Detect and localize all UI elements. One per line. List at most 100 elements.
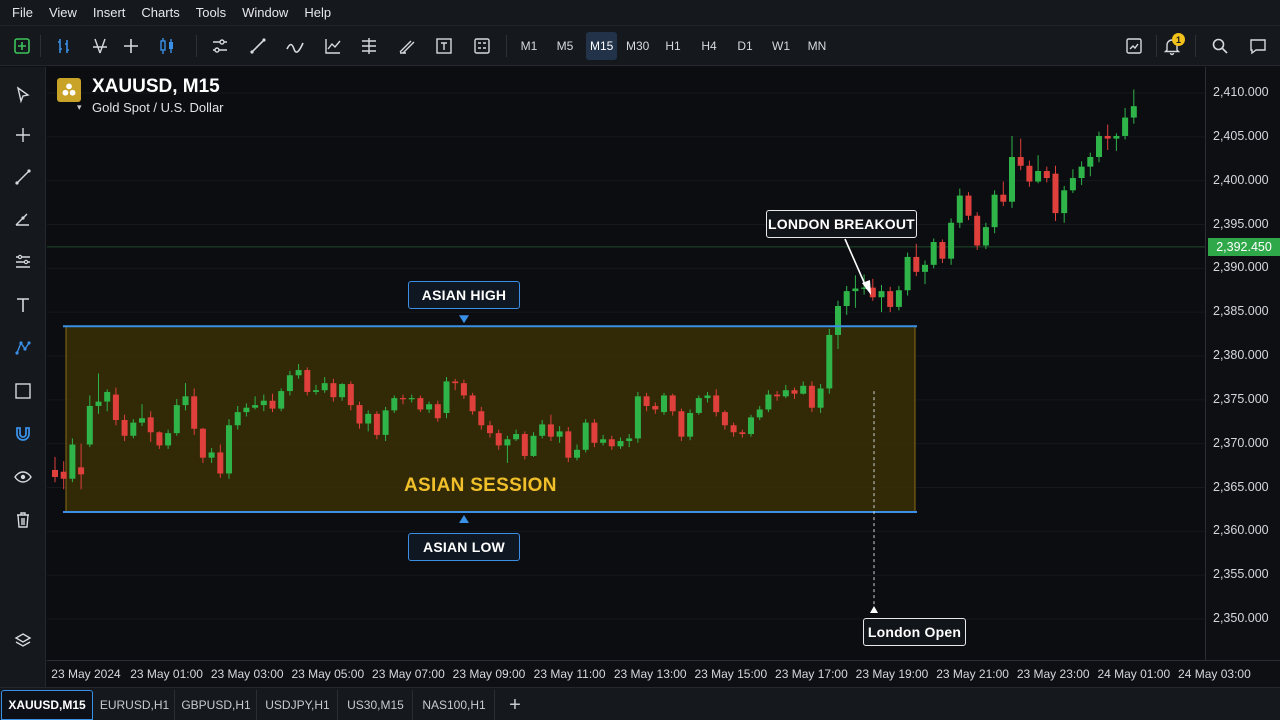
chevron-down-icon[interactable]: ▾ — [77, 102, 82, 113]
timeframe-w1[interactable]: W1 — [766, 32, 796, 60]
menu-file[interactable]: File — [6, 0, 39, 26]
candle — [826, 334, 833, 389]
time-tick-label: 23 May 07:00 — [372, 667, 445, 681]
candle — [165, 433, 172, 446]
candle — [982, 227, 989, 246]
asian-low-label[interactable]: ASIAN LOW — [408, 533, 520, 561]
price-tick-label: 2,350.000 — [1213, 611, 1269, 625]
price-tick-label: 2,390.000 — [1213, 260, 1269, 275]
timeframe-m1[interactable]: M1 — [514, 32, 544, 60]
cursor-icon[interactable] — [9, 81, 37, 109]
trendline-icon[interactable] — [244, 32, 272, 60]
layers-icon[interactable] — [9, 627, 37, 655]
candle — [1009, 156, 1015, 202]
candle — [513, 434, 520, 440]
candle — [269, 400, 276, 409]
channel-icon[interactable] — [393, 32, 421, 60]
candle — [330, 383, 337, 398]
eye-icon[interactable] — [9, 463, 37, 491]
line-chart-icon[interactable] — [153, 32, 181, 60]
tab-eurusd-h1[interactable]: EURUSD,H1 — [95, 690, 175, 720]
magnet-icon[interactable] — [9, 420, 37, 448]
candle — [556, 431, 563, 437]
chat-icon[interactable] — [1244, 32, 1272, 60]
symbol-title[interactable]: XAUUSD, M15 — [92, 76, 220, 98]
timeframe-d1[interactable]: D1 — [730, 32, 760, 60]
bar-chart-icon[interactable] — [50, 32, 78, 60]
candle — [721, 412, 728, 426]
text-box-icon[interactable] — [430, 32, 458, 60]
timeframe-m15[interactable]: M15 — [586, 32, 618, 60]
candle — [156, 432, 163, 446]
candle — [382, 410, 389, 435]
candle — [286, 375, 293, 392]
asian-high-marker — [459, 315, 469, 324]
tab-gbpusd-h1[interactable]: GBPUSD,H1 — [176, 690, 257, 720]
drawing-toolbar — [0, 67, 46, 687]
templates-icon[interactable] — [468, 32, 496, 60]
crosshair-icon[interactable] — [117, 32, 145, 60]
channel-tool-icon[interactable] — [9, 248, 37, 276]
candles-icon[interactable] — [86, 32, 114, 60]
candle — [60, 471, 67, 479]
chart-tabs: XAUUSD,M15 EURUSD,H1 GBPUSD,H1 USDJPY,H1… — [0, 687, 1280, 720]
candle — [426, 404, 433, 410]
tab-nas100-h1[interactable]: NAS100,H1 — [414, 690, 495, 720]
menu-window[interactable]: Window — [236, 0, 294, 26]
zigzag-icon[interactable] — [281, 32, 309, 60]
timeframe-h4[interactable]: H4 — [694, 32, 724, 60]
menu-charts[interactable]: Charts — [135, 0, 185, 26]
candle — [521, 434, 528, 456]
london-open-label[interactable]: London Open — [863, 618, 966, 646]
crosshair-tool-icon[interactable] — [9, 121, 37, 149]
new-chart-icon[interactable] — [8, 32, 36, 60]
candle — [774, 394, 781, 397]
timeframe-mn[interactable]: MN — [802, 32, 832, 60]
menu-help[interactable]: Help — [298, 0, 337, 26]
menu-tools[interactable]: Tools — [190, 0, 232, 26]
candlestick-chart[interactable] — [47, 67, 1205, 660]
candle — [678, 411, 685, 437]
trash-icon[interactable] — [9, 506, 37, 534]
timeframe-m5[interactable]: M5 — [550, 32, 580, 60]
asian-high-label[interactable]: ASIAN HIGH — [408, 281, 520, 309]
time-axis[interactable]: 23 May 2024 23 May 01:00 23 May 03:00 23 Ma… — [47, 660, 1280, 687]
search-icon[interactable] — [1206, 32, 1234, 60]
time-tick-label: 23 May 23:00 — [1016, 667, 1090, 681]
candle — [713, 395, 720, 413]
fibonacci-icon[interactable] — [355, 32, 383, 60]
candle — [1017, 156, 1024, 166]
rectangle-tool-icon[interactable] — [9, 377, 37, 405]
candle — [121, 419, 128, 436]
candle — [661, 395, 667, 413]
timeframe-m30[interactable]: M30 — [622, 32, 653, 60]
text-tool-icon[interactable] — [9, 291, 37, 319]
candle — [147, 417, 154, 433]
menu-bar: File View Insert Charts Tools Window Hel… — [0, 0, 1280, 26]
menu-view[interactable]: View — [43, 0, 83, 26]
chart-window-icon[interactable] — [1120, 32, 1148, 60]
pattern-tool-icon[interactable] — [9, 334, 37, 362]
menu-insert[interactable]: Insert — [87, 0, 132, 26]
line-tool-icon[interactable] — [9, 163, 37, 191]
add-tab-button[interactable]: + — [500, 690, 530, 720]
candle — [1104, 135, 1111, 139]
chart-area[interactable] — [47, 67, 1205, 660]
tab-us30-m15[interactable]: US30,M15 — [339, 690, 413, 720]
oscillator-icon[interactable] — [319, 32, 347, 60]
ray-tool-icon[interactable] — [9, 205, 37, 233]
candle — [139, 418, 145, 423]
candle — [643, 396, 650, 406]
london-breakout-label[interactable]: LONDON BREAKOUT — [766, 210, 917, 238]
candle — [69, 444, 76, 479]
candle — [112, 394, 119, 420]
tab-usdjpy-h1[interactable]: USDJPY,H1 — [258, 690, 338, 720]
candle — [922, 264, 928, 272]
indicators-icon[interactable] — [206, 32, 234, 60]
tab-xauusd-m15[interactable]: XAUUSD,M15 — [1, 690, 93, 720]
bell-icon[interactable]: 1 — [1158, 32, 1186, 60]
candle — [1069, 178, 1076, 191]
timeframe-h1[interactable]: H1 — [658, 32, 688, 60]
main-toolbar: M1 M5 M15 M30 H1 H4 D1 W1 MN 1 — [0, 26, 1280, 66]
price-axis[interactable]: 2,392.450 2,410.000 2,405.000 2,400.000 2,3… — [1205, 67, 1280, 660]
